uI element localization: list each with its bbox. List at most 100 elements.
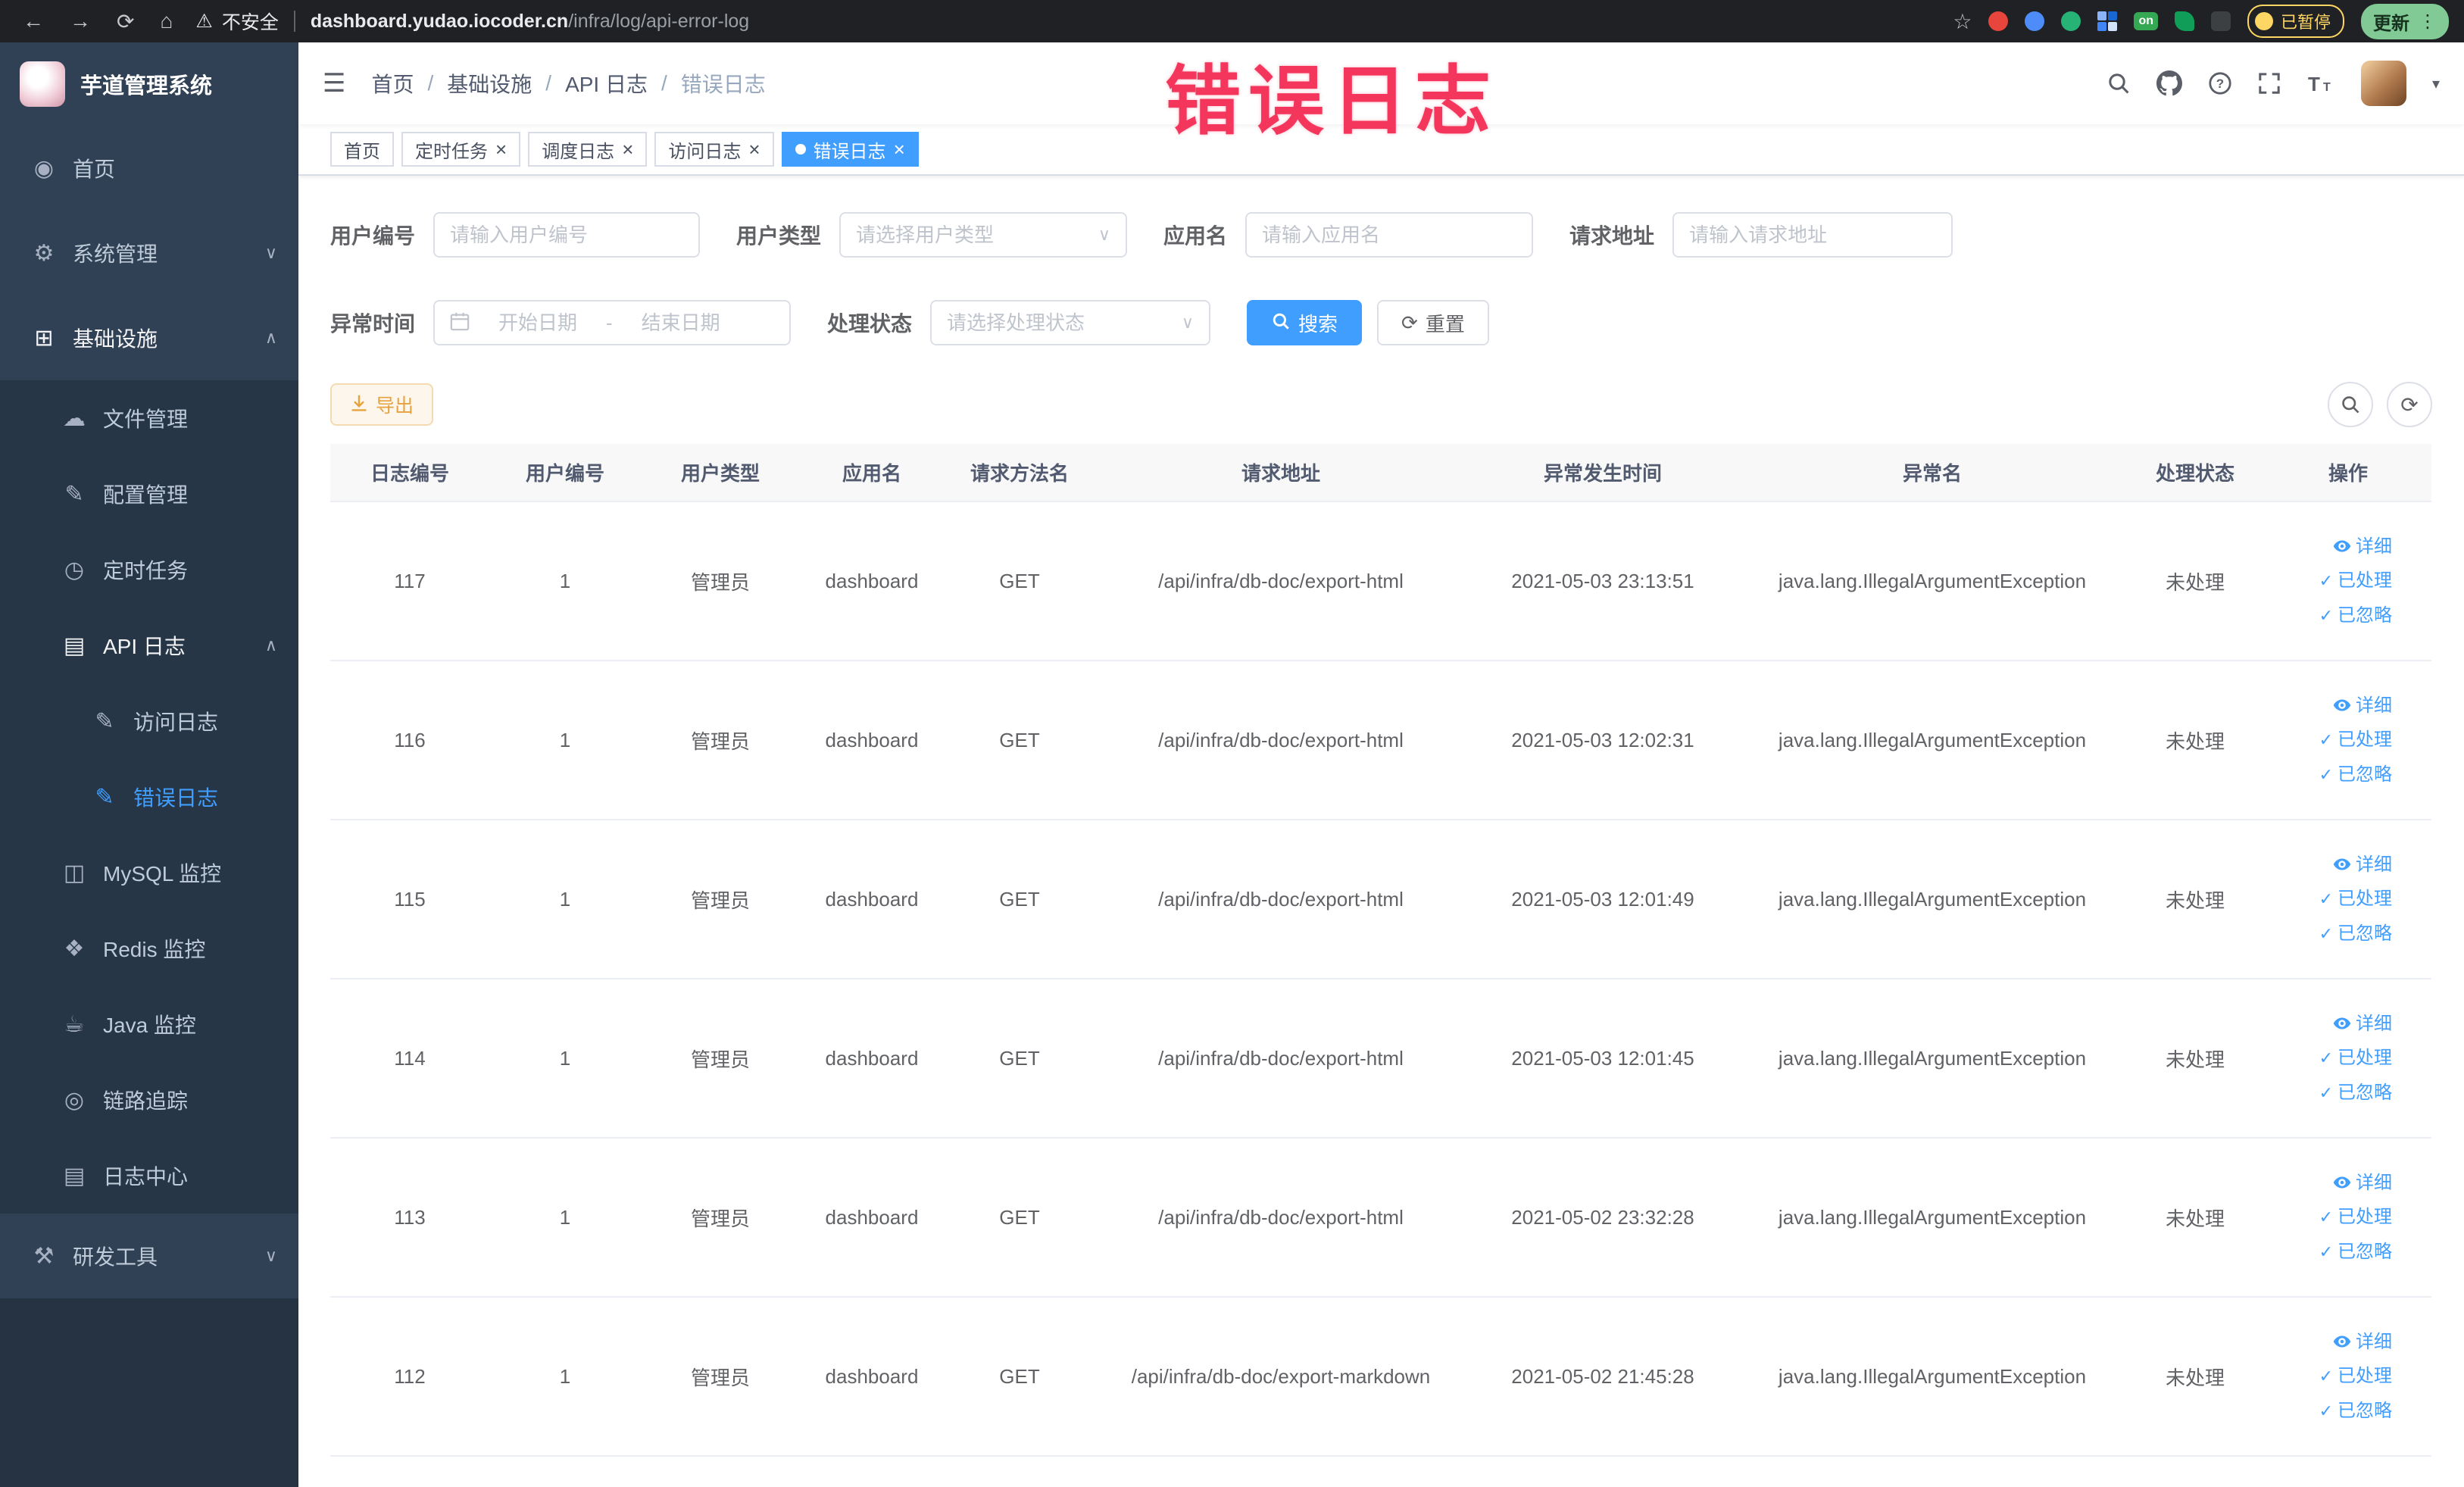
- processed-link[interactable]: ✓ 已处理: [2265, 1359, 2392, 1394]
- breadcrumb-item[interactable]: 基础设施: [447, 68, 532, 98]
- tab-scheduled-tasks[interactable]: 定时任务 ×: [401, 132, 521, 167]
- sidebar-item-log-center[interactable]: ▤ 日志中心: [0, 1138, 298, 1214]
- process-status-input[interactable]: [947, 311, 1173, 335]
- address-bar[interactable]: dashboard.yudao.iocoder.cn/infra/log/api…: [311, 11, 749, 33]
- user-id-input[interactable]: [450, 223, 684, 247]
- processed-link[interactable]: ✓ 已处理: [2265, 564, 2392, 598]
- sidebar-item-scheduled-tasks[interactable]: ◷ 定时任务: [0, 532, 298, 608]
- browser-back-icon[interactable]: ←: [23, 9, 44, 33]
- extension-red-icon[interactable]: [1988, 11, 2009, 31]
- tab-error-log[interactable]: 错误日志 ×: [781, 132, 919, 167]
- app-logo[interactable]: 芋道管理系统: [0, 42, 298, 126]
- kebab-menu-icon[interactable]: ⋮: [2419, 11, 2437, 33]
- bookmark-star-icon[interactable]: ☆: [1953, 9, 1972, 34]
- cell-app-name: dashboard: [800, 501, 944, 661]
- extensions-pin-icon[interactable]: [2210, 11, 2231, 31]
- processed-link[interactable]: ✓ 已处理: [2265, 882, 2392, 917]
- tab-label: 定时任务: [415, 141, 488, 162]
- sidebar-item-mysql-monitor[interactable]: ◫ MySQL 监控: [0, 835, 298, 911]
- hide-search-button[interactable]: [2328, 382, 2373, 427]
- detail-link[interactable]: 详细: [2265, 848, 2392, 883]
- tab-access-log[interactable]: 访问日志 ×: [654, 132, 774, 167]
- tab-home[interactable]: 首页: [330, 132, 394, 167]
- user-avatar[interactable]: [2360, 61, 2406, 106]
- breadcrumb-item[interactable]: API 日志: [565, 68, 648, 98]
- dashboard-icon: ◉: [33, 155, 55, 181]
- process-status-select[interactable]: ∨: [930, 300, 1211, 345]
- app-name-input[interactable]: [1262, 223, 1517, 247]
- sidebar-item-link-tracing[interactable]: ◎ 链路追踪: [0, 1062, 298, 1138]
- browser-reload-icon[interactable]: ⟳: [117, 9, 134, 34]
- github-icon[interactable]: [2156, 70, 2182, 96]
- request-url-input[interactable]: [1689, 223, 1937, 247]
- processed-link[interactable]: ✓ 已处理: [2265, 1200, 2392, 1235]
- close-icon[interactable]: ×: [894, 139, 905, 159]
- extension-on-badge[interactable]: on: [2134, 12, 2158, 30]
- cell-user-id: 1: [489, 661, 641, 820]
- ignored-link[interactable]: ✓ 已忽略: [2265, 1394, 2392, 1429]
- sidebar-item-access-log[interactable]: ✎ 访问日志: [0, 683, 298, 759]
- cell-method: GET: [944, 661, 1095, 820]
- search-icon[interactable]: [2106, 71, 2131, 95]
- close-icon[interactable]: ×: [748, 139, 760, 159]
- date-range-picker[interactable]: -: [433, 300, 792, 345]
- extension-teal-icon[interactable]: [2061, 11, 2081, 31]
- sidebar-item-error-log[interactable]: ✎ 错误日志: [0, 759, 298, 835]
- breadcrumb-separator: /: [427, 71, 434, 95]
- sidebar-item-home[interactable]: ◉ 首页: [0, 126, 298, 211]
- extension-leaf-icon[interactable]: [2174, 11, 2194, 31]
- sidebar-item-system-management[interactable]: ⚙ 系统管理 ∨: [0, 211, 298, 295]
- col-method: 请求方法名: [944, 444, 1095, 502]
- extension-grid-icon[interactable]: [2097, 11, 2118, 31]
- paused-badge[interactable]: 已暂停: [2247, 5, 2344, 38]
- font-size-icon[interactable]: TT: [2306, 73, 2335, 94]
- sidebar-item-label: API 日志: [103, 635, 186, 658]
- end-date-input[interactable]: [621, 311, 740, 335]
- sidebar-item-file-management[interactable]: ☁ 文件管理: [0, 380, 298, 456]
- detail-link[interactable]: 详细: [2265, 689, 2392, 723]
- site-security-chip[interactable]: ⚠ 不安全: [195, 8, 278, 35]
- search-button[interactable]: 搜索: [1247, 300, 1363, 345]
- processed-link[interactable]: ✓ 已处理: [2265, 1041, 2392, 1076]
- collapse-sidebar-icon[interactable]: ☰: [323, 68, 345, 98]
- tab-schedule-log[interactable]: 调度日志 ×: [528, 132, 648, 167]
- sidebar-item-api-logs[interactable]: ▤ API 日志 ∧: [0, 608, 298, 683]
- detail-link[interactable]: 详细: [2265, 530, 2392, 564]
- detail-link[interactable]: 详细: [2265, 1325, 2392, 1360]
- sidebar-item-label: 系统管理: [73, 242, 158, 266]
- detail-link[interactable]: 详细: [2265, 1007, 2392, 1042]
- browser-forward-icon[interactable]: →: [70, 9, 91, 33]
- detail-link[interactable]: 详细: [2265, 1166, 2392, 1201]
- check-icon: ✓: [2319, 1401, 2333, 1420]
- browser-home-icon[interactable]: ⌂: [160, 9, 173, 33]
- svg-text:T: T: [2308, 73, 2320, 94]
- cell-status: 未处理: [2125, 979, 2265, 1139]
- ignored-link[interactable]: ✓ 已忽略: [2265, 917, 2392, 951]
- tab-label: 调度日志: [542, 141, 615, 162]
- sidebar-item-java-monitor[interactable]: ☕ Java 监控: [0, 986, 298, 1062]
- refresh-table-button[interactable]: ⟳: [2387, 382, 2432, 427]
- breadcrumb: 首页 / 基础设施 / API 日志 / 错误日志: [371, 68, 765, 98]
- close-icon[interactable]: ×: [495, 139, 507, 159]
- fullscreen-icon[interactable]: [2258, 72, 2281, 95]
- ignored-link[interactable]: ✓ 已忽略: [2265, 598, 2392, 633]
- sidebar-item-config-management[interactable]: ✎ 配置管理: [0, 456, 298, 532]
- close-icon[interactable]: ×: [622, 139, 633, 159]
- avatar-caret-icon[interactable]: ▾: [2432, 74, 2440, 93]
- ignored-link[interactable]: ✓ 已忽略: [2265, 758, 2392, 792]
- user-type-input[interactable]: [856, 223, 1089, 247]
- export-button[interactable]: 导出: [330, 383, 434, 426]
- sidebar-item-redis-monitor[interactable]: ❖ Redis 监控: [0, 911, 298, 986]
- browser-update-button[interactable]: 更新 ⋮: [2361, 3, 2449, 39]
- start-date-input[interactable]: [479, 311, 598, 335]
- sidebar-item-infrastructure[interactable]: ⊞ 基础设施 ∧: [0, 295, 298, 380]
- help-icon[interactable]: ?: [2208, 71, 2232, 95]
- sidebar-item-dev-tools[interactable]: ⚒ 研发工具 ∨: [0, 1214, 298, 1298]
- extension-blue-icon[interactable]: [2025, 11, 2045, 31]
- reset-button[interactable]: ⟳ 重置: [1377, 300, 1489, 345]
- breadcrumb-item[interactable]: 首页: [371, 68, 414, 98]
- ignored-link[interactable]: ✓ 已忽略: [2265, 1235, 2392, 1270]
- processed-link[interactable]: ✓ 已处理: [2265, 723, 2392, 758]
- user-type-select[interactable]: ∨: [839, 212, 1128, 258]
- ignored-link[interactable]: ✓ 已忽略: [2265, 1076, 2392, 1111]
